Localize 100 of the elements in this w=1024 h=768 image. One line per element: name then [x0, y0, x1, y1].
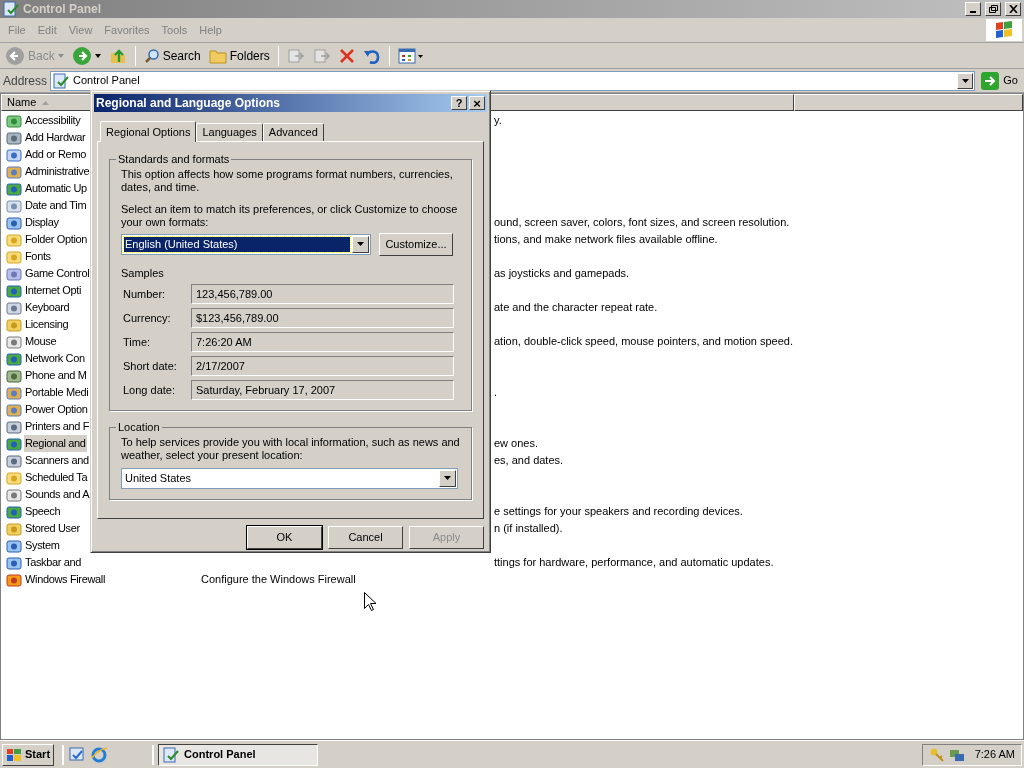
item-name[interactable]: Sounds and A [24, 486, 91, 503]
item-icon [6, 435, 22, 452]
move-to-icon [286, 46, 305, 65]
item-name[interactable]: Fonts [24, 248, 52, 265]
item-name[interactable]: Licensing [24, 316, 70, 333]
dropdown-arrow-icon [444, 476, 451, 480]
item-comment: n (if installed). [494, 521, 563, 537]
close-icon [1008, 5, 1018, 13]
control-panel-icon [53, 72, 70, 89]
help-button[interactable]: ? [451, 96, 467, 110]
copy-to-icon [312, 46, 331, 65]
folders-button[interactable]: Folders [206, 44, 272, 67]
customize-button[interactable]: Customize... [379, 232, 453, 256]
group-label: Standards and formats [117, 152, 231, 167]
item-name[interactable]: System [24, 537, 61, 554]
item-icon [6, 231, 22, 248]
item-comment: es, and dates. [494, 453, 564, 469]
sample-field: $123,456,789.00 [191, 308, 454, 328]
item-name[interactable]: Accessibility [24, 112, 82, 129]
close-button[interactable]: × [469, 96, 485, 110]
restore-icon [988, 5, 998, 13]
item-name[interactable]: Game Control [24, 265, 91, 282]
item-name[interactable]: Add Hardwar [24, 129, 87, 146]
item-name[interactable]: Speech [24, 503, 62, 520]
item-icon [6, 146, 22, 163]
item-comment: ound, screen saver, colors, font sizes, and screen resolution. [494, 215, 790, 231]
item-comment: tions, and make network files available offline. [494, 232, 718, 248]
item-name[interactable]: Windows Firewall [24, 571, 106, 588]
item-icon [6, 520, 22, 537]
item-name[interactable]: Scanners and [24, 452, 90, 469]
item-name[interactable]: Folder Option [24, 231, 89, 248]
search-button[interactable]: Search [141, 44, 203, 67]
browser-icon[interactable] [90, 745, 109, 764]
item-icon [6, 129, 22, 146]
sample-field: 123,456,789.00 [191, 284, 454, 304]
item-name[interactable]: Printers and F [24, 418, 91, 435]
dialog-button[interactable]: OK [247, 526, 322, 549]
dropdown-arrow-icon [961, 78, 969, 83]
item-name[interactable]: Regional and [24, 435, 87, 452]
taskbar-button[interactable]: Control Panel [158, 743, 319, 766]
go-button[interactable]: Go [978, 71, 1021, 90]
item-name[interactable]: Add or Remo [24, 146, 87, 163]
item-name[interactable]: Internet Opti [24, 282, 82, 299]
mouse-pointer-icon [364, 592, 376, 611]
item-comment: e settings for your speakers and recording devices. [494, 504, 743, 520]
item-name[interactable]: Keyboard [24, 299, 71, 316]
restore-button[interactable] [985, 2, 1001, 16]
item-icon [6, 537, 22, 554]
item-icon [6, 571, 22, 588]
item-icon [6, 180, 22, 197]
item-icon [6, 299, 22, 316]
dialog-button[interactable]: Cancel [328, 526, 403, 549]
item-name[interactable]: Administrative [24, 163, 91, 180]
item-icon [6, 418, 22, 435]
item-name[interactable]: Date and Tim [24, 197, 88, 214]
location-dropdown[interactable]: United States [121, 467, 458, 489]
windows-logo-icon [986, 19, 1022, 41]
item-icon [6, 384, 22, 401]
item-icon [6, 503, 22, 520]
group-label: Location [117, 420, 161, 435]
column-header[interactable] [794, 94, 1023, 111]
item-icon [6, 112, 22, 129]
item-icon [6, 197, 22, 214]
caret-icon [94, 53, 101, 58]
item-name[interactable]: Power Option [24, 401, 89, 418]
address-label: Address [3, 72, 48, 90]
close-button[interactable] [1005, 2, 1021, 16]
item-icon [6, 316, 22, 333]
location-text: To help services provide you with local information, such as news and weather, select your present location: [121, 435, 460, 462]
item-comment: ate and the character repeat rate. [494, 300, 658, 316]
forward-icon [71, 45, 92, 66]
format-dropdown[interactable]: English (United States) [121, 233, 371, 255]
tab[interactable]: Regional Options [100, 121, 197, 142]
item-name[interactable]: Stored User [24, 520, 81, 537]
item-name[interactable]: Taskbar and [24, 554, 83, 571]
address-field[interactable]: Control Panel [50, 70, 976, 91]
intro-text: This option affects how some programs format numbers, currencies, dates, and time. [121, 167, 454, 194]
sample-label: Currency: [122, 310, 172, 326]
item-icon [6, 248, 22, 265]
tab[interactable]: Advanced [262, 123, 324, 141]
start-button[interactable]: Start [2, 743, 55, 766]
minimize-button[interactable] [965, 2, 981, 16]
desktop-icon[interactable] [68, 745, 87, 764]
item-name[interactable]: Phone and M [24, 367, 88, 384]
control-panel-icon [163, 746, 180, 763]
item-name[interactable]: Automatic Up [24, 180, 88, 197]
item-icon [6, 367, 22, 384]
item-name[interactable]: Scheduled Ta [24, 469, 89, 486]
item-name[interactable]: Mouse [24, 333, 58, 350]
dropdown-arrow-icon [357, 242, 364, 246]
window-title: Control Panel [23, 1, 102, 18]
windows-logo-icon [6, 747, 22, 762]
item-icon [6, 401, 22, 418]
item-name[interactable]: Network Con [24, 350, 86, 367]
item-name[interactable]: Display [24, 214, 60, 231]
delete-icon [338, 47, 355, 64]
tab[interactable]: Languages [196, 123, 263, 141]
item-comment: as joysticks and gamepads. [494, 266, 630, 282]
caret-icon [57, 53, 64, 58]
item-name[interactable]: Portable Medi [24, 384, 90, 401]
